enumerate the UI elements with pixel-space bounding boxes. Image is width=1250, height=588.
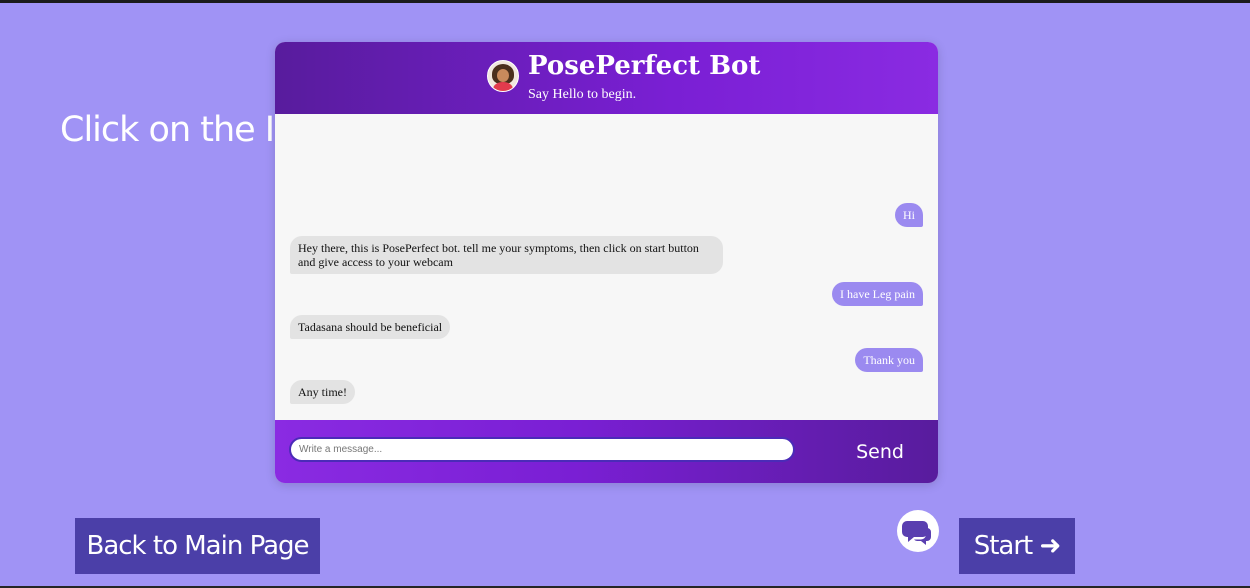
- user-message: I have Leg pain: [832, 282, 923, 306]
- bot-message: Any time!: [290, 380, 355, 404]
- chat-header: PosePerfect Bot Say Hello to begin.: [275, 42, 938, 114]
- female-avatar-icon: [487, 60, 519, 92]
- bot-message: Tadasana should be beneficial: [290, 315, 451, 339]
- user-message: Thank you: [855, 348, 923, 372]
- bot-message: Hey there, this is PosePerfect bot. tell…: [290, 236, 723, 274]
- top-edge-bar: [0, 0, 1250, 3]
- start-button[interactable]: Start ➜: [959, 518, 1075, 574]
- user-message: Hi: [895, 203, 923, 227]
- messages-area: Hi Hey there, this is PosePerfect bot. t…: [275, 114, 938, 420]
- chatbot-subtitle: Say Hello to begin.: [528, 87, 637, 102]
- chat-footer: Send: [275, 420, 938, 483]
- chat-bubbles-icon: [902, 521, 931, 545]
- chatbox: PosePerfect Bot Say Hello to begin. Hi H…: [275, 42, 938, 483]
- chat-toggle-button[interactable]: [897, 510, 939, 552]
- message-input[interactable]: [289, 437, 795, 462]
- chatbot-title: PosePerfect Bot: [528, 51, 761, 81]
- back-to-main-page-button[interactable]: Back to Main Page: [75, 518, 320, 574]
- send-button[interactable]: Send: [835, 438, 925, 466]
